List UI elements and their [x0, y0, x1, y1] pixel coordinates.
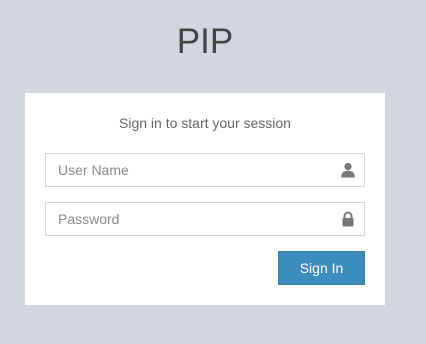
password-input[interactable] [46, 203, 338, 235]
lock-icon [340, 211, 356, 227]
app-logo: PIP [176, 22, 234, 61]
user-icon [340, 162, 356, 178]
login-box: Sign in to start your session Sign In [25, 93, 385, 305]
username-field [45, 153, 365, 187]
username-input[interactable] [46, 154, 338, 186]
sign-in-button[interactable]: Sign In [278, 251, 365, 285]
login-box-message: Sign in to start your session [119, 115, 291, 131]
password-field [45, 202, 365, 236]
